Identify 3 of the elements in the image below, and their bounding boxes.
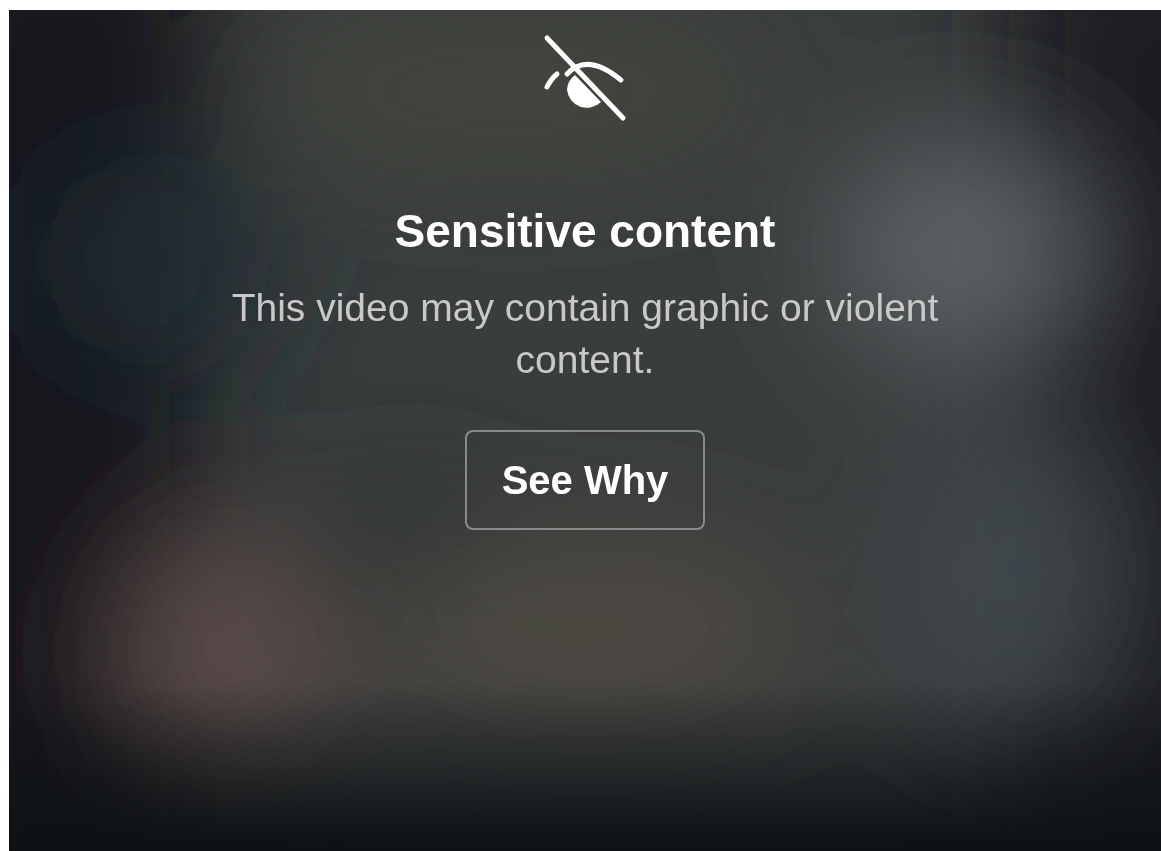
- warning-message: This video may contain graphic or violent content.: [230, 285, 940, 383]
- see-why-button[interactable]: See Why: [465, 430, 705, 530]
- overlay-title: Sensitive content: [394, 204, 776, 258]
